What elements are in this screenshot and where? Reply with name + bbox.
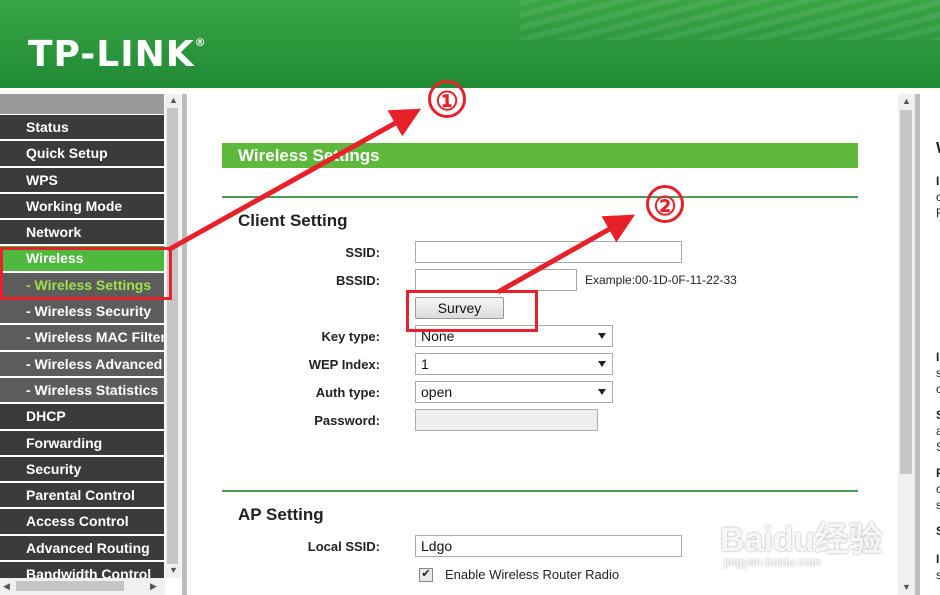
annotation-arrows [166,108,636,295]
arrow-to-step-1 [166,108,422,253]
baidu-watermark: Baidu经验 [720,521,883,559]
baidu-watermark-url: jingyan.baidu.com [724,555,821,569]
arrow-to-step-2 [496,214,636,295]
